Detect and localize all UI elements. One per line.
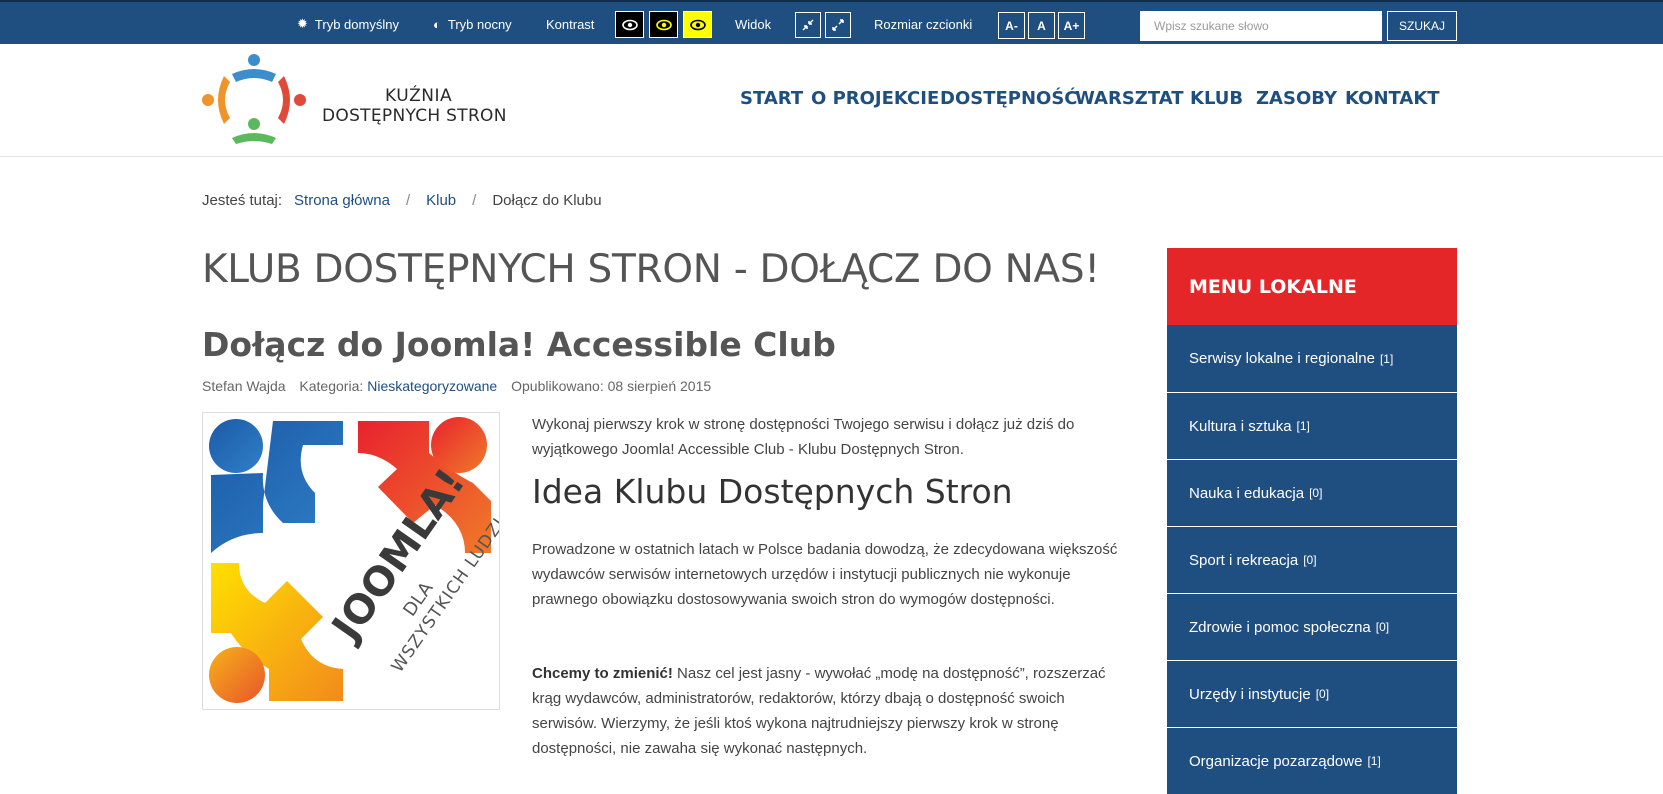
article-title: Dołącz do Joomla! Accessible Club [202, 325, 836, 364]
search-button[interactable]: SZUKAJ [1387, 11, 1457, 41]
category-link[interactable]: Nieskategoryzowane [367, 378, 497, 394]
view-label: Widok [735, 16, 772, 32]
local-menu-item[interactable]: Nauka i edukacja [0] [1167, 459, 1457, 526]
eye-icon [621, 19, 638, 30]
breadcrumb-separator: / [472, 192, 477, 209]
compress-icon [802, 19, 814, 31]
local-menu-item-label: Zdrowie i pomoc społeczna [1189, 618, 1371, 636]
contrast-black-on-yellow-button[interactable] [683, 11, 712, 38]
article-paragraph-2: Chcemy to zmienić! Nasz cel jest jasny -… [532, 661, 1132, 761]
local-menu-item-count: [0] [1315, 687, 1330, 701]
nav-item-start[interactable]: START [740, 88, 803, 109]
article-author: Stefan Wajda [202, 378, 286, 394]
logo-line-1: KUŹNIA [385, 86, 453, 106]
view-wide-button[interactable] [825, 12, 851, 38]
article-published: Opublikowano: 08 sierpień 2015 [511, 378, 712, 394]
breadcrumb: Jesteś tutaj: Strona główna / Klub / Doł… [202, 192, 602, 209]
mode-default-toggle[interactable]: ✹ Tryb domyślny [297, 2, 399, 46]
local-menu-item-label: Urzędy i instytucje [1189, 685, 1311, 703]
local-menu-item[interactable]: Serwisy lokalne i regionalne [1] [1167, 325, 1457, 392]
logo-people-icon [202, 54, 306, 144]
breadcrumb-separator: / [405, 192, 411, 209]
local-menu: MENU LOKALNE Serwisy lokalne i regionaln… [1167, 248, 1457, 794]
joomla-club-image: JOOMLA! DLA WSZYSTKICH LUDZI [202, 412, 500, 710]
eye-icon [655, 19, 672, 30]
logo-text: KUŹNIA DOSTĘPNYCH STRON [322, 86, 507, 126]
nav-item-warsztat[interactable]: WARSZTAT [1075, 88, 1184, 109]
mode-default-label: Tryb domyślny [314, 16, 399, 32]
local-menu-item-label: Organizacje pozarządowe [1189, 752, 1363, 770]
local-menu-item-label: Serwisy lokalne i regionalne [1189, 350, 1375, 367]
view-narrow-button[interactable] [795, 12, 821, 38]
logo-line-2: DOSTĘPNYCH STRON [322, 106, 507, 126]
local-menu-item-label: Sport i rekreacja [1189, 551, 1299, 569]
accessibility-bar: ✹ Tryb domyślny ◐ Tryb nocny Kontrast Wi… [0, 0, 1663, 44]
local-menu-item-count: [1] [1367, 754, 1381, 768]
site-header: KUŹNIA DOSTĘPNYCH STRON START O PROJEKCI… [0, 44, 1663, 157]
local-menu-item-count: [0] [1375, 620, 1390, 634]
local-menu-item-label: Nauka i edukacja [1189, 484, 1305, 502]
article-paragraph-1: Prowadzone w ostatnich latach w Polsce b… [532, 541, 1118, 608]
article-intro: Wykonaj pierwszy krok w stronę dostępnoś… [532, 416, 1075, 458]
breadcrumb-klub-link[interactable]: Klub [426, 192, 456, 209]
nav-item-zasoby[interactable]: ZASOBY [1256, 88, 1337, 109]
font-decrease-button[interactable]: A- [998, 12, 1025, 39]
local-menu-item[interactable]: Kultura i sztuka [1] [1167, 392, 1457, 459]
local-menu-item-count: [1] [1296, 419, 1310, 433]
breadcrumb-label: Jesteś tutaj: [202, 192, 283, 209]
article-meta: Stefan Wajda Kategoria: Nieskategoryzowan… [202, 378, 721, 394]
local-menu-item-count: [1] [1379, 351, 1394, 366]
local-menu-item[interactable]: Organizacje pozarządowe [1] [1167, 727, 1457, 794]
contrast-white-on-black-button[interactable] [615, 11, 644, 38]
local-menu-title: MENU LOKALNE [1167, 248, 1457, 325]
search-input[interactable] [1140, 11, 1382, 41]
joomla-for-all-logo: JOOMLA! DLA WSZYSTKICH LUDZI [209, 417, 499, 703]
font-normal-button[interactable]: A [1028, 12, 1055, 39]
local-menu-item[interactable]: Sport i rekreacja [0] [1167, 526, 1457, 593]
local-menu-item-label: Kultura i sztuka [1189, 417, 1292, 435]
nav-item-dostepnosc[interactable]: DOSTĘPNOŚĆ [940, 88, 1078, 109]
expand-icon [832, 19, 844, 31]
eye-icon [689, 19, 706, 30]
local-menu-item[interactable]: Urzędy i instytucje [0] [1167, 660, 1457, 727]
contrast-yellow-on-black-button[interactable] [649, 11, 678, 38]
nav-item-klub[interactable]: KLUB [1190, 88, 1243, 109]
paragraph-emphasis: Chcemy to zmienić! [532, 665, 673, 682]
site-logo[interactable]: KUŹNIA DOSTĘPNYCH STRON [202, 54, 522, 146]
contrast-label: Kontrast [546, 16, 595, 32]
idea-heading: Idea Klubu Dostępnych Stron [532, 472, 1013, 511]
mode-night-label: Tryb nocny [447, 16, 512, 32]
local-menu-item-count: [0] [1309, 486, 1323, 500]
mode-night-toggle[interactable]: ◐ Tryb nocny [433, 2, 512, 46]
half-circle-icon: ◐ [433, 16, 441, 32]
page-title: KLUB DOSTĘPNYCH STRON - DOŁĄCZ DO NAS! [202, 247, 1100, 292]
nav-item-kontakt[interactable]: KONTAKT [1345, 88, 1440, 109]
local-menu-item-count: [0] [1303, 553, 1317, 567]
breadcrumb-current: Dołącz do Klubu [492, 192, 602, 209]
category-label: Kategoria: [299, 378, 364, 394]
font-size-label: Rozmiar czcionki [874, 16, 973, 32]
sun-icon: ✹ [297, 16, 308, 31]
local-menu-item[interactable]: Zdrowie i pomoc społeczna [0] [1167, 593, 1457, 660]
breadcrumb-home-link[interactable]: Strona główna [294, 192, 390, 209]
article-category: Kategoria: Nieskategoryzowane [299, 378, 497, 394]
nav-item-o-projekcie[interactable]: O PROJEKCIE [811, 88, 939, 109]
font-increase-button[interactable]: A+ [1058, 12, 1085, 39]
